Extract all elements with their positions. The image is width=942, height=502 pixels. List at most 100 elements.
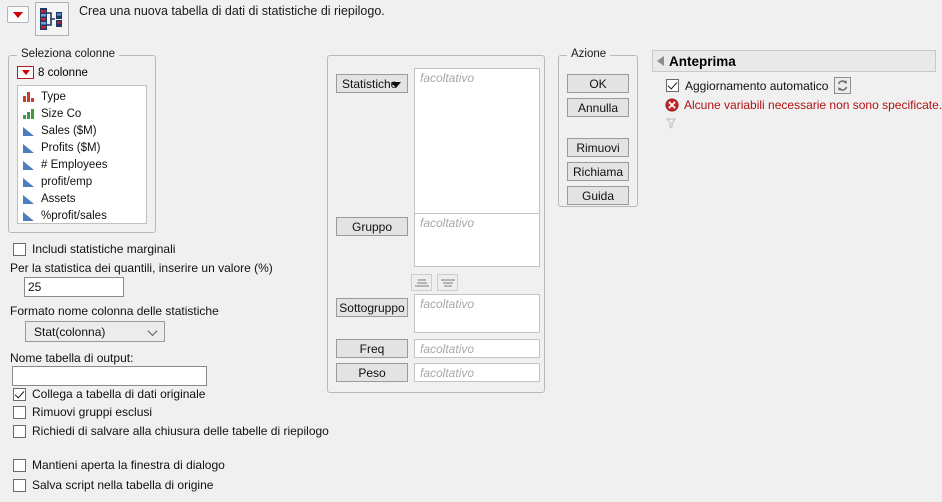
checkbox-marginal-statistics[interactable]: Includi statistiche marginali (13, 242, 175, 256)
continuous-triangle-icon (23, 125, 35, 136)
auto-update-row[interactable]: Aggiornamento automatico (666, 77, 852, 94)
quantile-label: Per la statistica dei quantili, inserire… (10, 261, 273, 275)
help-label: Guida (581, 188, 615, 203)
sottogruppo-label: Sottogruppo (339, 300, 405, 315)
gruppo-role-button[interactable]: Gruppo (336, 217, 408, 236)
column-name: Profits ($M) (41, 141, 101, 154)
checkbox-box[interactable] (13, 478, 26, 492)
help-button[interactable]: Guida (567, 186, 629, 205)
preview-panel: Anteprima Aggiornamento automatico Alcun… (652, 50, 942, 130)
list-item[interactable]: profit/emp (18, 173, 146, 190)
checkbox-box[interactable] (13, 242, 26, 256)
stat-format-value: Stat(colonna) (34, 324, 106, 339)
funnel-glyph (666, 118, 676, 129)
preview-error-row: Alcune variabili necessarie non sono spe… (665, 98, 942, 112)
list-item[interactable]: # Employees (18, 156, 146, 173)
ok-label: OK (589, 76, 607, 91)
list-item[interactable]: %profit/sales (18, 207, 146, 223)
ok-button[interactable]: OK (567, 74, 629, 93)
sort-descending-icon[interactable] (437, 274, 458, 291)
checkbox-label: Collega a tabella di dati originale (32, 387, 206, 401)
collapse-triangle-icon[interactable] (657, 56, 664, 66)
nominal-bars-icon (23, 91, 35, 102)
dialog-header: Crea una nuova tabella di dati di statis… (0, 0, 942, 40)
dialog-title: Crea una nuova tabella di dati di statis… (79, 4, 385, 18)
placeholder-text: facoltativo (420, 297, 475, 311)
continuous-triangle-icon (23, 193, 35, 204)
preview-error-message: Alcune variabili necessarie non sono spe… (684, 98, 942, 112)
action-group: Azione OK Annulla Rimuovi Richiama Guida (558, 48, 638, 207)
checkbox-keep-dialog-open[interactable]: Mantieni aperta la finestra di dialogo (13, 458, 225, 472)
refresh-icon[interactable] (834, 77, 852, 94)
checkbox-prompt-save-on-close[interactable]: Richiedi di salvare alla chiusura delle … (13, 424, 329, 438)
red-dropdown-button[interactable] (7, 6, 29, 23)
action-group-title: Azione (567, 48, 611, 60)
filter-dropdown-icon (17, 66, 34, 79)
quantile-input[interactable] (24, 277, 124, 297)
columns-filter-dropdown[interactable]: 8 colonne (17, 66, 88, 79)
chevron-down-icon (147, 325, 158, 336)
placeholder-text: facoltativo (420, 342, 475, 356)
checkbox-box[interactable] (13, 424, 26, 438)
column-name: Assets (41, 192, 76, 205)
error-glyph (665, 98, 679, 112)
checkbox-box[interactable] (666, 79, 679, 92)
checkbox-label: Richiedi di salvare alla chiusura delle … (32, 424, 329, 438)
error-icon (665, 98, 679, 112)
ordinal-bars-icon (23, 108, 35, 119)
list-item[interactable]: Assets (18, 190, 146, 207)
sort-ascending-icon[interactable] (411, 274, 432, 291)
recall-button[interactable]: Richiama (567, 162, 629, 181)
freq-label: Freq (359, 341, 385, 356)
continuous-triangle-icon (23, 176, 35, 187)
checkbox-box[interactable] (13, 458, 26, 472)
sottogruppo-role-button[interactable]: Sottogruppo (336, 298, 408, 317)
gruppo-drop-box[interactable]: facoltativo (414, 213, 540, 267)
stat-format-label: Formato nome colonna delle statistiche (10, 304, 219, 318)
placeholder-text: facoltativo (420, 366, 475, 380)
checkbox-label: Salva script nella tabella di origine (32, 478, 214, 492)
preview-header[interactable]: Anteprima (652, 50, 936, 72)
cancel-button[interactable]: Annulla (567, 98, 629, 117)
remove-label: Rimuovi (576, 140, 620, 155)
column-name: # Employees (41, 158, 108, 171)
placeholder-text: facoltativo (420, 216, 475, 230)
stat-format-select[interactable]: Stat(colonna) (25, 321, 165, 342)
checkbox-box[interactable] (13, 405, 26, 419)
recall-label: Richiama (572, 164, 623, 179)
preview-title: Anteprima (669, 53, 736, 69)
checkbox-save-script-source[interactable]: Salva script nella tabella di origine (13, 478, 213, 492)
checkbox-label: Rimuovi gruppi esclusi (32, 405, 153, 419)
output-table-input[interactable] (12, 366, 207, 386)
statistiche-role-button[interactable]: Statistiche (336, 74, 408, 93)
output-table-label: Nome tabella di output: (10, 351, 134, 365)
remove-button[interactable]: Rimuovi (567, 138, 629, 157)
list-item[interactable]: Size Co (18, 105, 146, 122)
freq-role-button[interactable]: Freq (336, 339, 408, 358)
refresh-glyph (838, 80, 848, 91)
checkbox-label: Includi statistiche marginali (32, 242, 176, 256)
checkbox-remove-excluded-groups[interactable]: Rimuovi gruppi esclusi (13, 405, 152, 419)
checkbox-box[interactable] (13, 387, 26, 401)
freq-drop-box[interactable]: facoltativo (414, 339, 540, 358)
list-item[interactable]: Profits ($M) (18, 139, 146, 156)
list-item[interactable]: Sales ($M) (18, 122, 146, 139)
continuous-triangle-icon (23, 159, 35, 170)
peso-label: Peso (358, 365, 386, 380)
select-columns-group: Seleziona colonne 8 colonne Type Size Co (8, 48, 156, 233)
peso-role-button[interactable]: Peso (336, 363, 408, 382)
chevron-down-icon (21, 70, 30, 75)
sottogruppo-drop-box[interactable]: facoltativo (414, 294, 540, 333)
peso-drop-box[interactable]: facoltativo (414, 363, 540, 382)
checkbox-label: Mantieni aperta la finestra di dialogo (32, 458, 225, 472)
funnel-icon[interactable] (666, 118, 676, 129)
columns-count-label: 8 colonne (38, 66, 88, 79)
chevron-down-icon (13, 11, 23, 18)
auto-update-label: Aggiornamento automatico (685, 78, 829, 93)
checkbox-link-original-table[interactable]: Collega a tabella di dati originale (13, 387, 205, 401)
list-item[interactable]: Type (18, 88, 146, 105)
chevron-down-icon (391, 81, 401, 88)
columns-list[interactable]: Type Size Co Sales ($M) Profits ($M) # E… (17, 85, 147, 224)
statistiche-drop-box[interactable]: facoltativo (414, 68, 540, 215)
column-name: Type (41, 90, 66, 103)
